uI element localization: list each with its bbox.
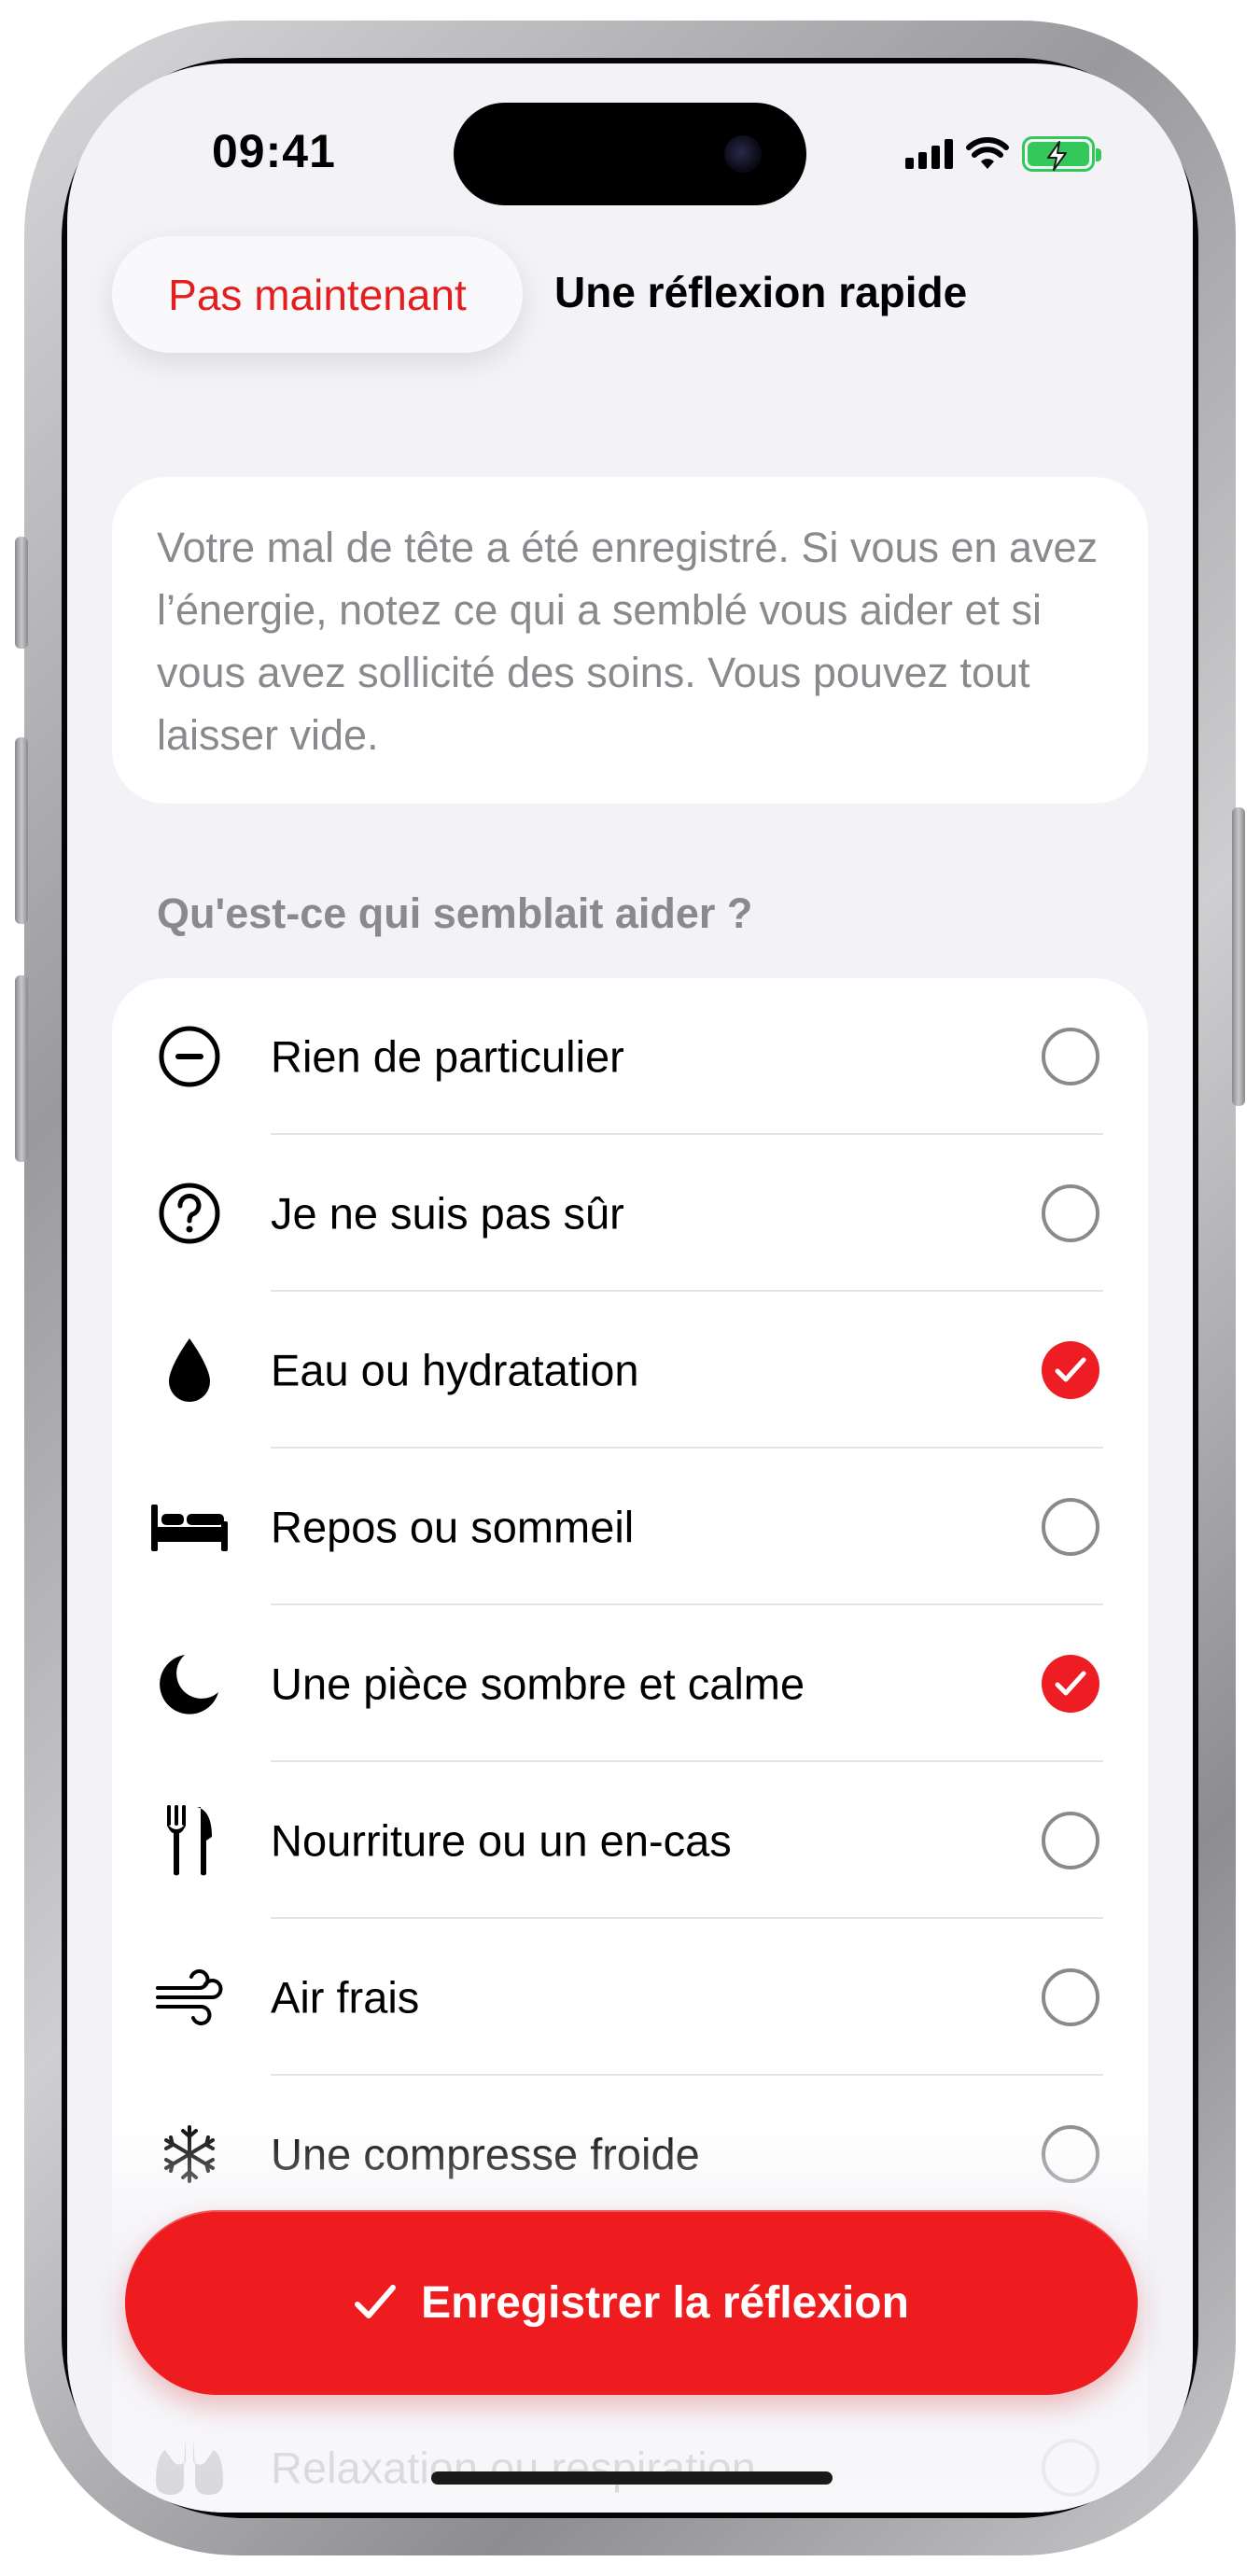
lungs-icon [147, 2430, 231, 2505]
section-header: Qu'est-ce qui semblait aider ? [157, 889, 753, 937]
home-indicator[interactable] [431, 2471, 833, 2485]
cellular-signal-icon [905, 139, 953, 169]
checkmark-icon [355, 2285, 397, 2318]
action-button [15, 537, 28, 649]
cancel-button-label: Pas maintenant [168, 270, 467, 319]
radio-button[interactable] [1042, 1028, 1099, 1085]
save-reflection-button[interactable]: Enregistrer la réflexion [125, 2210, 1138, 2395]
option-row-food[interactable]: Nourriture ou un en-cas [112, 1762, 1148, 1919]
radio-button[interactable] [1042, 1812, 1099, 1869]
option-label: Une compresse froide [271, 2129, 700, 2179]
info-card: Votre mal de tête a été enregistré. Si v… [112, 477, 1148, 804]
volume-up-button [15, 737, 28, 924]
wifi-icon [966, 137, 1009, 169]
cancel-button[interactable]: Pas maintenant [112, 236, 523, 353]
radio-button-checked[interactable] [1042, 1655, 1099, 1713]
side-button [1232, 807, 1245, 1106]
snowflake-icon [147, 2117, 231, 2191]
option-label: Repos ou sommeil [271, 1502, 635, 1552]
option-label: Je ne suis pas sûr [271, 1188, 624, 1239]
minus-circle-icon [147, 1019, 231, 1094]
radio-button[interactable] [1042, 2125, 1099, 2183]
option-row-water[interactable]: Eau ou hydratation [112, 1292, 1148, 1449]
option-label: Eau ou hydratation [271, 1345, 639, 1395]
radio-button[interactable] [1042, 2439, 1099, 2497]
wind-icon [147, 1960, 231, 2035]
drop-icon [147, 1333, 231, 1407]
option-row-fresh-air[interactable]: Air frais [112, 1919, 1148, 2076]
screen: 09:41 Pas maintenant Une réflexion rapid… [67, 63, 1193, 2513]
option-row-dark-room[interactable]: Une pièce sombre et calme [112, 1605, 1148, 1762]
option-label: Air frais [271, 1972, 420, 2023]
radio-button[interactable] [1042, 1498, 1099, 1556]
option-row-nothing[interactable]: Rien de particulier [112, 978, 1148, 1135]
status-icons [905, 136, 1101, 172]
moon-icon [147, 1646, 231, 1721]
option-label: Relaxation ou respiration [271, 2443, 756, 2493]
radio-button[interactable] [1042, 1968, 1099, 2026]
fork-knife-icon [147, 1803, 231, 1878]
battery-charging-icon [1022, 136, 1101, 172]
checkmark-icon [1055, 1671, 1086, 1696]
radio-button-checked[interactable] [1042, 1341, 1099, 1399]
checkmark-icon [1055, 1357, 1086, 1382]
option-row-rest[interactable]: Repos ou sommeil [112, 1449, 1148, 1605]
question-circle-icon [147, 1176, 231, 1251]
info-text: Votre mal de tête a été enregistré. Si v… [157, 524, 1099, 759]
page-title: Une réflexion rapide [554, 268, 968, 316]
status-time: 09:41 [212, 125, 336, 177]
dynamic-island [454, 103, 806, 205]
option-row-relaxation[interactable]: Relaxation ou respiration [112, 2389, 1148, 2513]
camera-icon [724, 135, 762, 173]
option-label: Rien de particulier [271, 1031, 624, 1082]
bed-icon [147, 1490, 231, 1564]
volume-down-button [15, 975, 28, 1162]
option-label: Une pièce sombre et calme [271, 1659, 805, 1709]
option-row-unsure[interactable]: Je ne suis pas sûr [112, 1135, 1148, 1292]
option-label: Nourriture ou un en-cas [271, 1815, 732, 1866]
option-row-cold-compress[interactable]: Une compresse froide [112, 2076, 1148, 2233]
radio-button[interactable] [1042, 1184, 1099, 1242]
save-reflection-label: Enregistrer la réflexion [421, 2277, 909, 2328]
